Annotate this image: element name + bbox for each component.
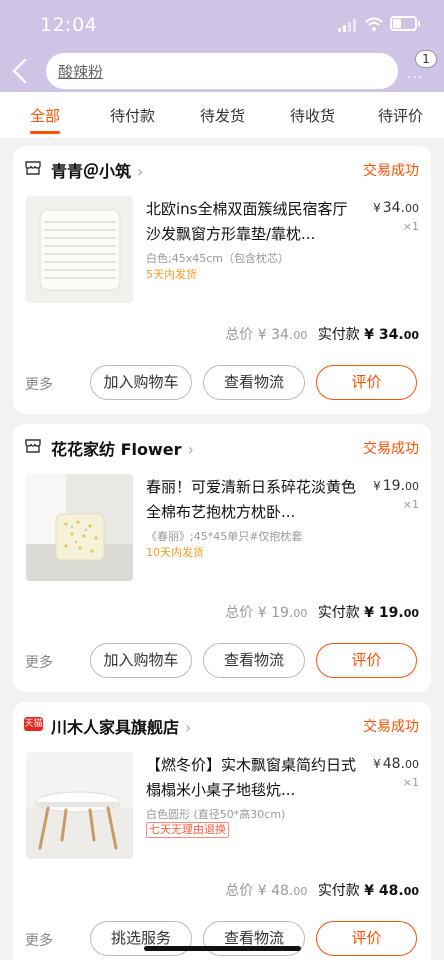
order-tabs: 全部 待付款 待发货 待收货 待评价 — [0, 92, 444, 138]
view-logistics-button[interactable]: 查看物流 — [203, 365, 305, 400]
paid-value: ¥ 48.00 — [364, 883, 419, 899]
more-actions-link[interactable]: 更多 — [25, 374, 53, 394]
shipping-note: 5天内发货 — [146, 268, 197, 281]
order-totals: 总价 ¥ 19.00 实付款 ¥ 19.00 — [225, 602, 419, 622]
review-button[interactable]: 评价 — [316, 365, 417, 400]
header-bar: 12:04 酸辣粉 ··· 1 — [0, 0, 444, 92]
product-title[interactable]: 春丽！可爱清新日系碎花淡黄色全棉布艺抱枕方枕卧... — [146, 475, 361, 525]
shop-name[interactable]: 花花家纺 Flower › — [51, 436, 194, 460]
paid-label: 实付款 — [317, 327, 360, 343]
order-totals: 总价 ¥ 48.00 实付款 ¥ 48.00 — [225, 880, 419, 900]
product-image[interactable] — [26, 474, 133, 581]
tab-pending-review[interactable]: 待评价 — [378, 105, 423, 126]
total-label: 总价 — [225, 883, 254, 899]
more-actions-link[interactable]: 更多 — [25, 652, 53, 672]
product-price: ¥48.00 — [373, 756, 419, 772]
battery-icon — [390, 16, 420, 31]
paid-value: ¥ 19.00 — [364, 605, 419, 621]
tab-pending-payment[interactable]: 待付款 — [110, 105, 155, 126]
product-image[interactable] — [26, 752, 133, 859]
message-badge: 1 — [415, 50, 437, 68]
shipping-note: 10天内发货 — [146, 546, 204, 559]
paid-label: 实付款 — [317, 883, 360, 899]
order-card: 天猫 川木人家具旗舰店 › 交易成功 【燃冬价】实木飘窗桌简约日式榻榻米小桌子地毯… — [13, 702, 431, 960]
more-dots-icon: ··· — [407, 70, 424, 86]
order-card: 花花家纺 Flower › 交易成功 春丽！可爱清新日系碎花淡黄色全棉布艺抱枕方枕… — [13, 424, 431, 692]
view-logistics-button[interactable]: 查看物流 — [203, 643, 305, 678]
tab-pending-shipment[interactable]: 待发货 — [200, 105, 245, 126]
order-status: 交易成功 — [363, 441, 419, 457]
order-totals: 总价 ¥ 34.00 实付款 ¥ 34.00 — [225, 324, 419, 344]
product-price: ¥34.00 — [373, 200, 419, 216]
paid-value: ¥ 34.00 — [364, 327, 419, 343]
total-label: 总价 — [225, 605, 254, 621]
active-tab-indicator — [30, 131, 60, 134]
status-bar: 12:04 — [0, 0, 444, 48]
total-value: ¥ 34.00 — [257, 327, 308, 343]
back-arrow-icon[interactable] — [6, 56, 36, 86]
product-spec: 白色;45x45cm（包含枕芯） — [146, 252, 289, 265]
total-value: ¥ 48.00 — [257, 883, 308, 899]
return-policy-tag: 七天无理由退换 — [146, 822, 229, 838]
add-to-cart-button[interactable]: 加入购物车 — [90, 643, 192, 678]
order-status: 交易成功 — [363, 163, 419, 179]
more-actions-link[interactable]: 更多 — [25, 930, 53, 950]
product-title[interactable]: 北欧ins全棉双面簇绒民宿客厅沙发飘窗方形靠垫/靠枕... — [146, 197, 361, 247]
tab-pending-receipt[interactable]: 待收货 — [290, 105, 335, 126]
tab-all[interactable]: 全部 — [30, 105, 60, 126]
store-icon — [25, 439, 41, 453]
home-indicator[interactable] — [144, 946, 301, 951]
order-card: 青青＠小筑 › 交易成功 北欧ins全棉双面簇绒民宿客厅沙发飘窗方形靠垫/靠枕..… — [13, 146, 431, 414]
paid-label: 实付款 — [317, 605, 360, 621]
store-icon — [25, 161, 41, 175]
tmall-icon: 天猫 — [24, 717, 43, 731]
add-to-cart-button[interactable]: 加入购物车 — [90, 365, 192, 400]
product-quantity: ×1 — [402, 498, 419, 511]
product-price: ¥19.00 — [373, 478, 419, 494]
product-title[interactable]: 【燃冬价】实木飘窗桌简约日式榻榻米小桌子地毯炕... — [146, 753, 361, 803]
signal-icon — [338, 19, 356, 32]
search-query[interactable]: 酸辣粉 — [58, 61, 103, 82]
chevron-right-icon: › — [187, 440, 194, 459]
total-value: ¥ 19.00 — [257, 605, 308, 621]
review-button[interactable]: 评价 — [316, 921, 417, 956]
product-quantity: ×1 — [402, 220, 419, 233]
shop-name[interactable]: 川木人家具旗舰店 › — [51, 714, 191, 738]
search-input[interactable]: 酸辣粉 — [46, 53, 398, 89]
shop-name[interactable]: 青青＠小筑 › — [51, 158, 143, 182]
chevron-right-icon: › — [137, 162, 144, 181]
total-label: 总价 — [225, 327, 254, 343]
order-status: 交易成功 — [363, 719, 419, 735]
product-quantity: ×1 — [402, 776, 419, 789]
review-button[interactable]: 评价 — [316, 643, 417, 678]
product-spec: 《春丽》;45*45单只#仅抱枕套 — [146, 530, 303, 543]
product-image[interactable] — [26, 196, 133, 303]
chevron-right-icon: › — [185, 718, 192, 737]
status-time: 12:04 — [40, 14, 98, 36]
product-spec: 白色圆形 (直径50*高30cm) — [146, 808, 286, 821]
wifi-icon — [365, 17, 383, 31]
